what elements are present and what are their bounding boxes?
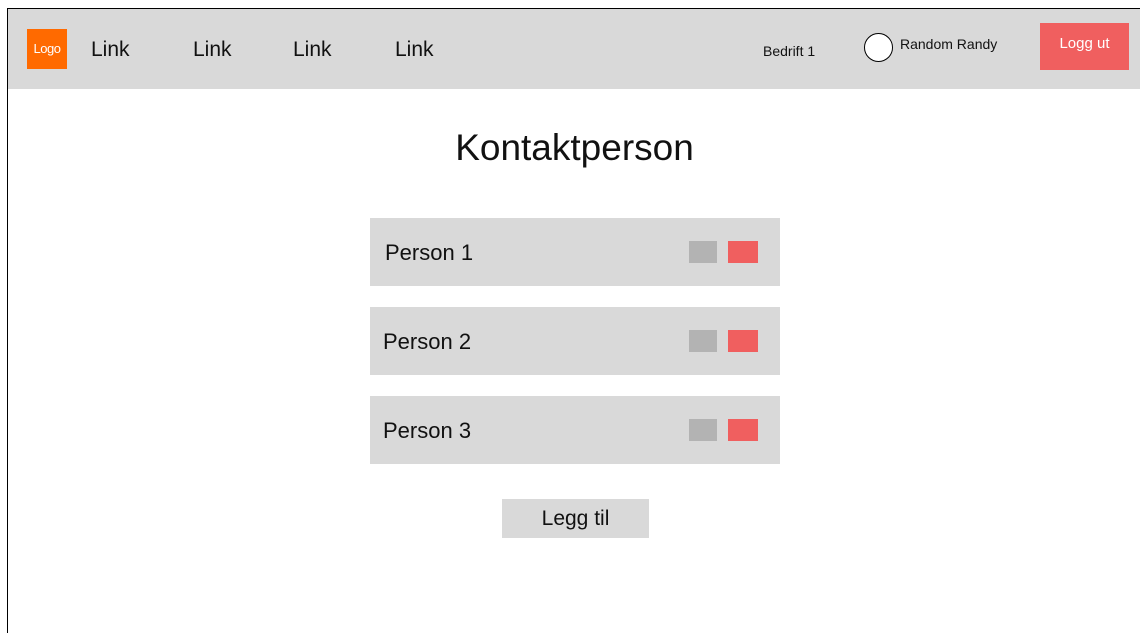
- page-title: Kontaktperson: [455, 127, 694, 168]
- nav-link-4[interactable]: Link: [395, 37, 434, 63]
- nav-link-3[interactable]: Link: [293, 37, 332, 63]
- delete-person-1-button[interactable]: [728, 241, 758, 263]
- add-person-button[interactable]: Legg til: [502, 499, 649, 538]
- logout-button[interactable]: Logg ut: [1040, 23, 1129, 70]
- logo[interactable]: Logo: [27, 29, 67, 69]
- person-name: Person 2: [383, 329, 472, 354]
- edit-person-3-button[interactable]: [689, 419, 717, 441]
- avatar-icon: [864, 32, 893, 62]
- logout-label: Logg ut: [1059, 34, 1110, 52]
- delete-person-2-button[interactable]: [728, 330, 758, 352]
- logo-text: Logo: [33, 41, 61, 56]
- app-window: Logo Link Link Link Link Bedrift 1 Rando…: [7, 8, 1140, 633]
- contact-person-list: Person 1 Person 2 Person 3: [370, 218, 780, 485]
- nav-link-2[interactable]: Link: [193, 37, 232, 63]
- company-selector[interactable]: Bedrift 1: [763, 42, 815, 60]
- delete-person-3-button[interactable]: [728, 419, 758, 441]
- nav-link-1[interactable]: Link: [91, 37, 130, 63]
- edit-person-1-button[interactable]: [689, 241, 717, 263]
- person-row-3: Person 3: [370, 396, 780, 464]
- person-row-2: Person 2: [370, 307, 780, 375]
- edit-person-2-button[interactable]: [689, 330, 717, 352]
- top-navigation-bar: Logo Link Link Link Link Bedrift 1 Rando…: [8, 9, 1140, 89]
- person-name: Person 1: [385, 240, 474, 265]
- user-profile[interactable]: Random Randy: [864, 31, 997, 63]
- person-row-1: Person 1: [370, 218, 780, 286]
- person-name: Person 3: [383, 418, 472, 443]
- user-name: Random Randy: [900, 36, 998, 52]
